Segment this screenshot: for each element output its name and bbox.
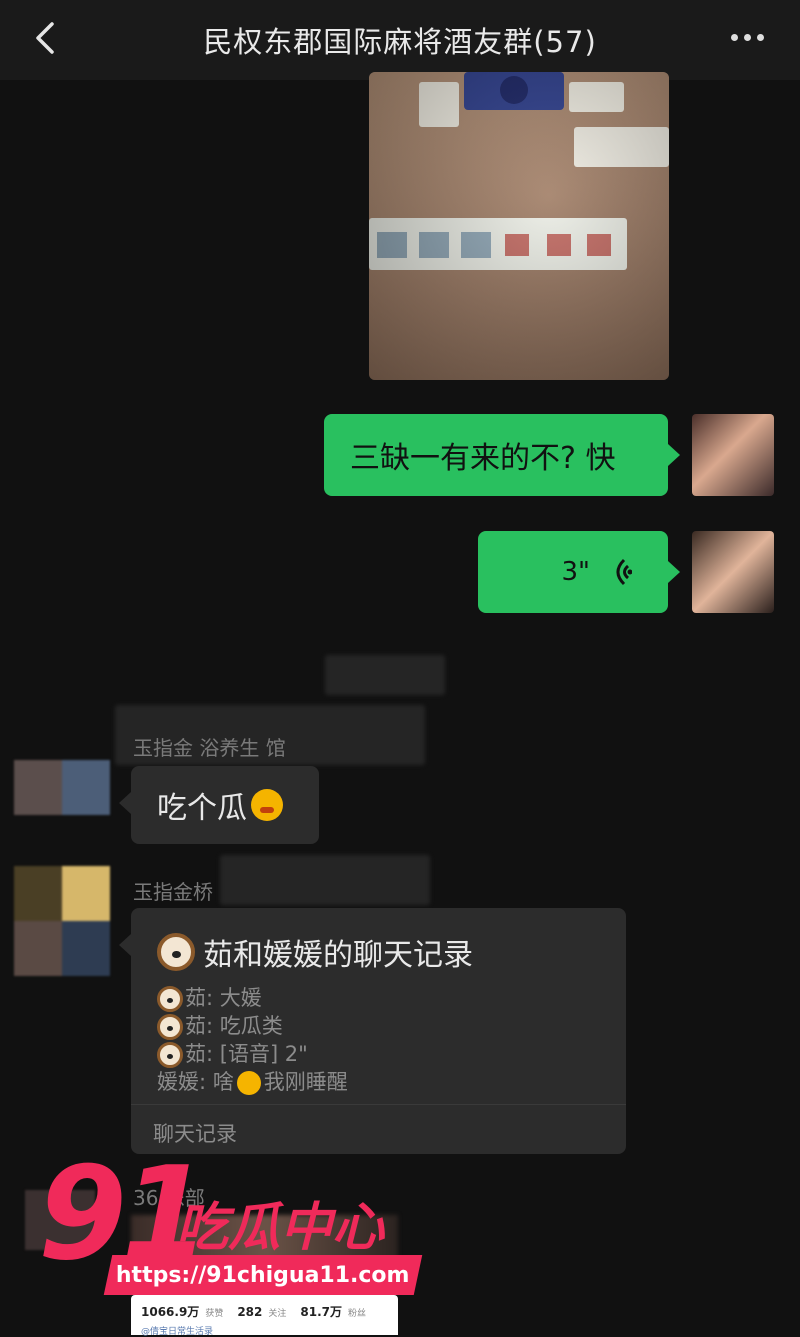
- melon-eating-emoji-icon: [251, 789, 283, 821]
- worried-face-emoji-icon: [236, 1071, 261, 1095]
- redaction-mark: [325, 655, 445, 695]
- my-text-content: 三缺一有来的不? 快: [350, 441, 616, 476]
- back-arrow-icon[interactable]: [30, 20, 60, 56]
- my-text-bubble[interactable]: 三缺一有来的不? 快: [324, 414, 680, 496]
- my-avatar-2[interactable]: [692, 531, 774, 613]
- voice-wave-icon: [616, 558, 632, 586]
- sender-avatar[interactable]: [14, 760, 110, 870]
- my-avatar[interactable]: [692, 414, 774, 496]
- redaction-mark: [220, 855, 430, 905]
- sender-avatar[interactable]: [14, 866, 110, 976]
- chat-header: 民权东郡国际麻将酒友群(57): [0, 0, 800, 80]
- history-line: 茹: 吃瓜类: [157, 1012, 626, 1040]
- dog-emoji-icon: [157, 986, 183, 1012]
- dog-emoji-icon: [157, 1014, 183, 1040]
- watermark-text: 吃瓜中心: [176, 1198, 385, 1258]
- other-text-content: 吃个瓜: [157, 791, 247, 826]
- history-line: 茹: [语音] 2": [157, 1040, 626, 1068]
- chat-history-card[interactable]: 茹和媛媛的聊天记录 茹: 大媛 茹: 吃瓜类 茹: [语音] 2" 媛媛: 啥我…: [119, 908, 626, 1154]
- history-card-header: 茹和媛媛的聊天记录: [157, 930, 626, 974]
- history-divider: [131, 1104, 626, 1105]
- watermark-url-banner: https://91chigua11.com: [103, 1255, 423, 1295]
- chat-title: 民权东郡国际麻将酒友群(57): [203, 25, 597, 59]
- sender-name: 玉指金桥: [133, 880, 213, 904]
- history-line: 媛媛: 啥我刚睡醒: [157, 1070, 348, 1095]
- profile-handle: @倩宝日常生活录: [141, 1327, 214, 1337]
- other-text-bubble[interactable]: 吃个瓜: [119, 766, 319, 844]
- dog-emoji-icon: [157, 1042, 183, 1068]
- watermark-logo: 91 吃瓜中心 https://91chigua11.com: [38, 1150, 423, 1310]
- history-title: 茹和媛媛的聊天记录: [203, 938, 473, 973]
- image-message-mahjong[interactable]: [369, 72, 669, 380]
- voice-duration: 3": [561, 557, 590, 587]
- voice-message-bubble[interactable]: 3": [478, 531, 680, 613]
- watermark-url: https://91chigua11.com: [116, 1262, 410, 1288]
- dog-emoji-icon: [157, 933, 195, 971]
- sender-name: 玉指金 浴养生 馆: [133, 736, 286, 760]
- more-options-icon[interactable]: [731, 34, 764, 41]
- history-line: 茹: 大媛: [157, 984, 626, 1012]
